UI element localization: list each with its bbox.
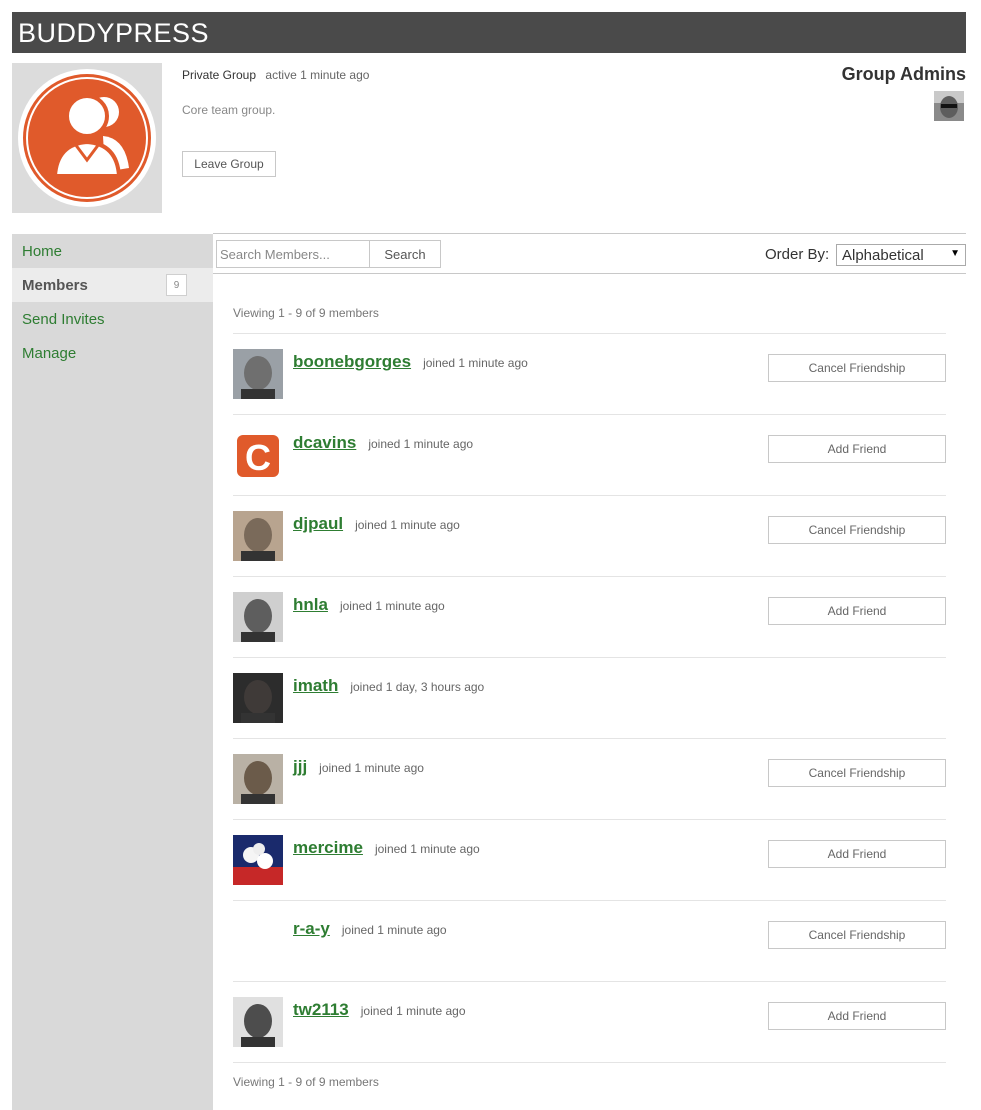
- member-name-link[interactable]: jjj: [293, 757, 307, 777]
- member-list-divider: [233, 1062, 946, 1063]
- friendship-button[interactable]: Add Friend: [768, 597, 946, 625]
- member-name-link[interactable]: boonebgorges: [293, 352, 411, 372]
- member-avatar: [233, 916, 283, 966]
- member-name-link[interactable]: djpaul: [293, 514, 343, 534]
- group-type: Private Group: [182, 68, 257, 82]
- friendship-button[interactable]: Cancel Friendship: [768, 354, 946, 382]
- friendship-button[interactable]: Cancel Friendship: [768, 516, 946, 544]
- member-name-link[interactable]: hnla: [293, 595, 328, 615]
- nav-item-label: Home: [22, 242, 63, 260]
- member-avatar[interactable]: [233, 754, 283, 804]
- member-info: mercime joined 1 minute ago: [293, 838, 480, 858]
- filter-divider: [213, 273, 966, 274]
- group-admins-heading: Group Admins: [841, 64, 966, 84]
- member-info: boonebgorges joined 1 minute ago: [293, 352, 528, 372]
- member-info: hnla joined 1 minute ago: [293, 595, 445, 615]
- search-members-input[interactable]: [216, 240, 370, 268]
- member-joined: joined 1 minute ago: [374, 842, 480, 856]
- member-info: imath joined 1 day, 3 hours ago: [293, 676, 484, 696]
- member-avatar[interactable]: [233, 349, 283, 399]
- group-nav: Home Members 9 Send Invites Manage: [12, 234, 213, 1110]
- member-row-djpaul: djpaul joined 1 minute ago Cancel Friend…: [233, 495, 946, 576]
- member-row-dcavins: C dcavins joined 1 minute ago Add Friend: [233, 414, 946, 495]
- member-row-imath: imath joined 1 day, 3 hours ago: [233, 657, 946, 738]
- svg-text:C: C: [245, 437, 271, 478]
- member-row-r-a-y: r-a-y joined 1 minute ago Cancel Friends…: [233, 900, 946, 981]
- group-avatar: [12, 63, 162, 213]
- site-title[interactable]: BUDDYPRESS: [18, 18, 209, 49]
- member-name-link[interactable]: r-a-y: [293, 919, 330, 939]
- nav-item-label: Manage: [22, 344, 77, 362]
- member-joined: joined 1 minute ago: [355, 518, 460, 532]
- order-by-label: Order By:: [765, 246, 830, 263]
- member-joined: joined 1 minute ago: [360, 1004, 466, 1018]
- order-by-select[interactable]: Alphabetical ▼: [836, 244, 966, 266]
- members-count-badge: 9: [166, 274, 187, 296]
- member-joined: joined 1 minute ago: [341, 923, 447, 937]
- group-icon: [18, 69, 156, 207]
- member-joined: joined 1 day, 3 hours ago: [350, 680, 485, 694]
- member-name-link[interactable]: dcavins: [293, 433, 356, 453]
- member-row-jjj: jjj joined 1 minute ago Cancel Friendshi…: [233, 738, 946, 819]
- nav-item-send-invites[interactable]: Send Invites: [12, 302, 213, 336]
- member-name-link[interactable]: imath: [293, 676, 338, 696]
- friendship-button[interactable]: Add Friend: [768, 840, 946, 868]
- group-meta: Private Group active 1 minute ago: [182, 68, 369, 82]
- search-button[interactable]: Search: [369, 240, 441, 268]
- member-info: jjj joined 1 minute ago: [293, 757, 424, 777]
- nav-item-label: Send Invites: [22, 310, 105, 328]
- friendship-button[interactable]: Cancel Friendship: [768, 759, 946, 787]
- member-row-tw2113: tw2113 joined 1 minute ago Add Friend: [233, 981, 946, 1062]
- member-info: dcavins joined 1 minute ago: [293, 433, 473, 453]
- pagination-count-top: Viewing 1 - 9 of 9 members: [233, 306, 379, 320]
- nav-item-manage[interactable]: Manage: [12, 336, 213, 370]
- member-row-hnla: hnla joined 1 minute ago Add Friend: [233, 576, 946, 657]
- friendship-button[interactable]: Cancel Friendship: [768, 921, 946, 949]
- member-avatar[interactable]: C: [233, 430, 283, 480]
- member-avatar[interactable]: [233, 592, 283, 642]
- friendship-button[interactable]: Add Friend: [768, 435, 946, 463]
- order-by-value: Alphabetical: [842, 246, 924, 264]
- member-avatar[interactable]: [233, 835, 283, 885]
- member-avatar[interactable]: [233, 997, 283, 1047]
- nav-item-label: Members: [22, 276, 88, 294]
- leave-group-button[interactable]: Leave Group: [182, 151, 276, 177]
- member-info: tw2113 joined 1 minute ago: [293, 1000, 466, 1020]
- member-name-link[interactable]: tw2113: [293, 1000, 349, 1020]
- member-row-boonebgorges: boonebgorges joined 1 minute ago Cancel …: [233, 333, 946, 414]
- header-divider: [213, 233, 966, 234]
- member-joined: joined 1 minute ago: [319, 761, 424, 775]
- member-row-mercime: mercime joined 1 minute ago Add Friend: [233, 819, 946, 900]
- site-header: BUDDYPRESS: [12, 12, 966, 53]
- admin-avatar[interactable]: [934, 91, 964, 121]
- group-activity: active 1 minute ago: [265, 68, 370, 82]
- member-info: djpaul joined 1 minute ago: [293, 514, 460, 534]
- friendship-button[interactable]: Add Friend: [768, 1002, 946, 1030]
- member-joined: joined 1 minute ago: [339, 599, 445, 613]
- member-joined: joined 1 minute ago: [368, 437, 474, 451]
- pagination-count-bottom: Viewing 1 - 9 of 9 members: [233, 1075, 379, 1089]
- dropdown-caret-icon: ▼: [950, 248, 960, 259]
- nav-item-home[interactable]: Home: [12, 234, 213, 268]
- member-joined: joined 1 minute ago: [423, 356, 528, 370]
- member-info: r-a-y joined 1 minute ago: [293, 919, 447, 939]
- nav-item-members[interactable]: Members 9: [12, 268, 213, 302]
- member-name-link[interactable]: mercime: [293, 838, 363, 858]
- member-avatar[interactable]: [233, 673, 283, 723]
- group-description: Core team group.: [182, 103, 276, 117]
- member-avatar[interactable]: [233, 511, 283, 561]
